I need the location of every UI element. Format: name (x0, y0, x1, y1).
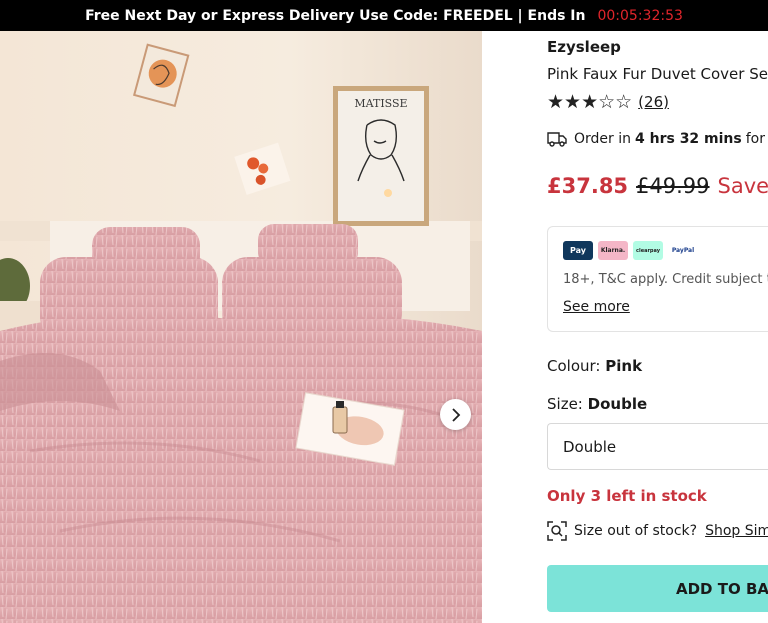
visual-search-icon (547, 521, 567, 541)
pay-logo-icon: Pay (563, 241, 593, 260)
out-of-stock-row: Size out of stock? Shop Similar (547, 521, 768, 541)
brand-name[interactable]: Ezysleep (547, 38, 621, 56)
product-title: Pink Faux Fur Duvet Cover Set (547, 65, 768, 83)
original-price: £49.99 (636, 174, 710, 198)
delivery-truck-icon (547, 132, 567, 147)
rating-row: ★★★☆☆ (26) (547, 91, 669, 113)
svg-text:MATISSE: MATISSE (354, 97, 407, 110)
delivery-suffix: for Expr (745, 131, 768, 147)
save-label: Save (717, 174, 768, 198)
delivery-time: 4 hrs 32 mins (635, 131, 742, 147)
next-image-button[interactable] (440, 399, 471, 430)
size-select-value: Double (563, 437, 617, 456)
credit-note: 18+, T&C apply. Credit subject to (563, 272, 768, 287)
countdown-timer: 00:05:32:53 (597, 7, 683, 24)
product-image-gallery[interactable]: MATISSE (0, 31, 482, 623)
payment-logos: Pay Klarna. clearpay PayPal (563, 241, 698, 260)
size-label: Size: (547, 395, 583, 413)
review-count-link[interactable]: (26) (638, 93, 669, 111)
delivery-prefix: Order in (574, 131, 631, 147)
colour-value: Pink (605, 357, 643, 375)
product-info-panel: Ezysleep Pink Faux Fur Duvet Cover Set ★… (547, 31, 768, 623)
size-row: Size: Double (547, 395, 647, 413)
promo-text: Free Next Day or Express Delivery Use Co… (85, 7, 586, 24)
size-value: Double (587, 395, 648, 413)
clearpay-logo-icon: clearpay (633, 241, 663, 260)
delivery-countdown: Order in 4 hrs 32 mins for Expr (547, 131, 768, 147)
klarna-logo-icon: Klarna. (598, 241, 628, 260)
see-more-link[interactable]: See more (563, 299, 630, 315)
colour-label: Colour: (547, 357, 601, 375)
shop-similar-link[interactable]: Shop Similar (705, 523, 768, 539)
current-price: £37.85 (547, 174, 629, 198)
size-select[interactable]: Double (547, 423, 768, 470)
stock-warning: Only 3 left in stock (547, 487, 707, 505)
paypal-logo-icon: PayPal (668, 241, 698, 260)
add-to-bag-button[interactable]: ADD TO BAG (547, 565, 768, 612)
oos-question: Size out of stock? (574, 523, 698, 539)
colour-row: Colour: Pink (547, 357, 642, 375)
chevron-right-icon (451, 407, 460, 422)
promo-banner: Free Next Day or Express Delivery Use Co… (0, 0, 768, 31)
price-row: £37.85 £49.99 Save (547, 174, 768, 198)
star-rating-icon: ★★★☆☆ (547, 91, 633, 113)
payment-options-box: Pay Klarna. clearpay PayPal 18+, T&C app… (547, 226, 768, 332)
product-image: MATISSE (0, 31, 482, 623)
